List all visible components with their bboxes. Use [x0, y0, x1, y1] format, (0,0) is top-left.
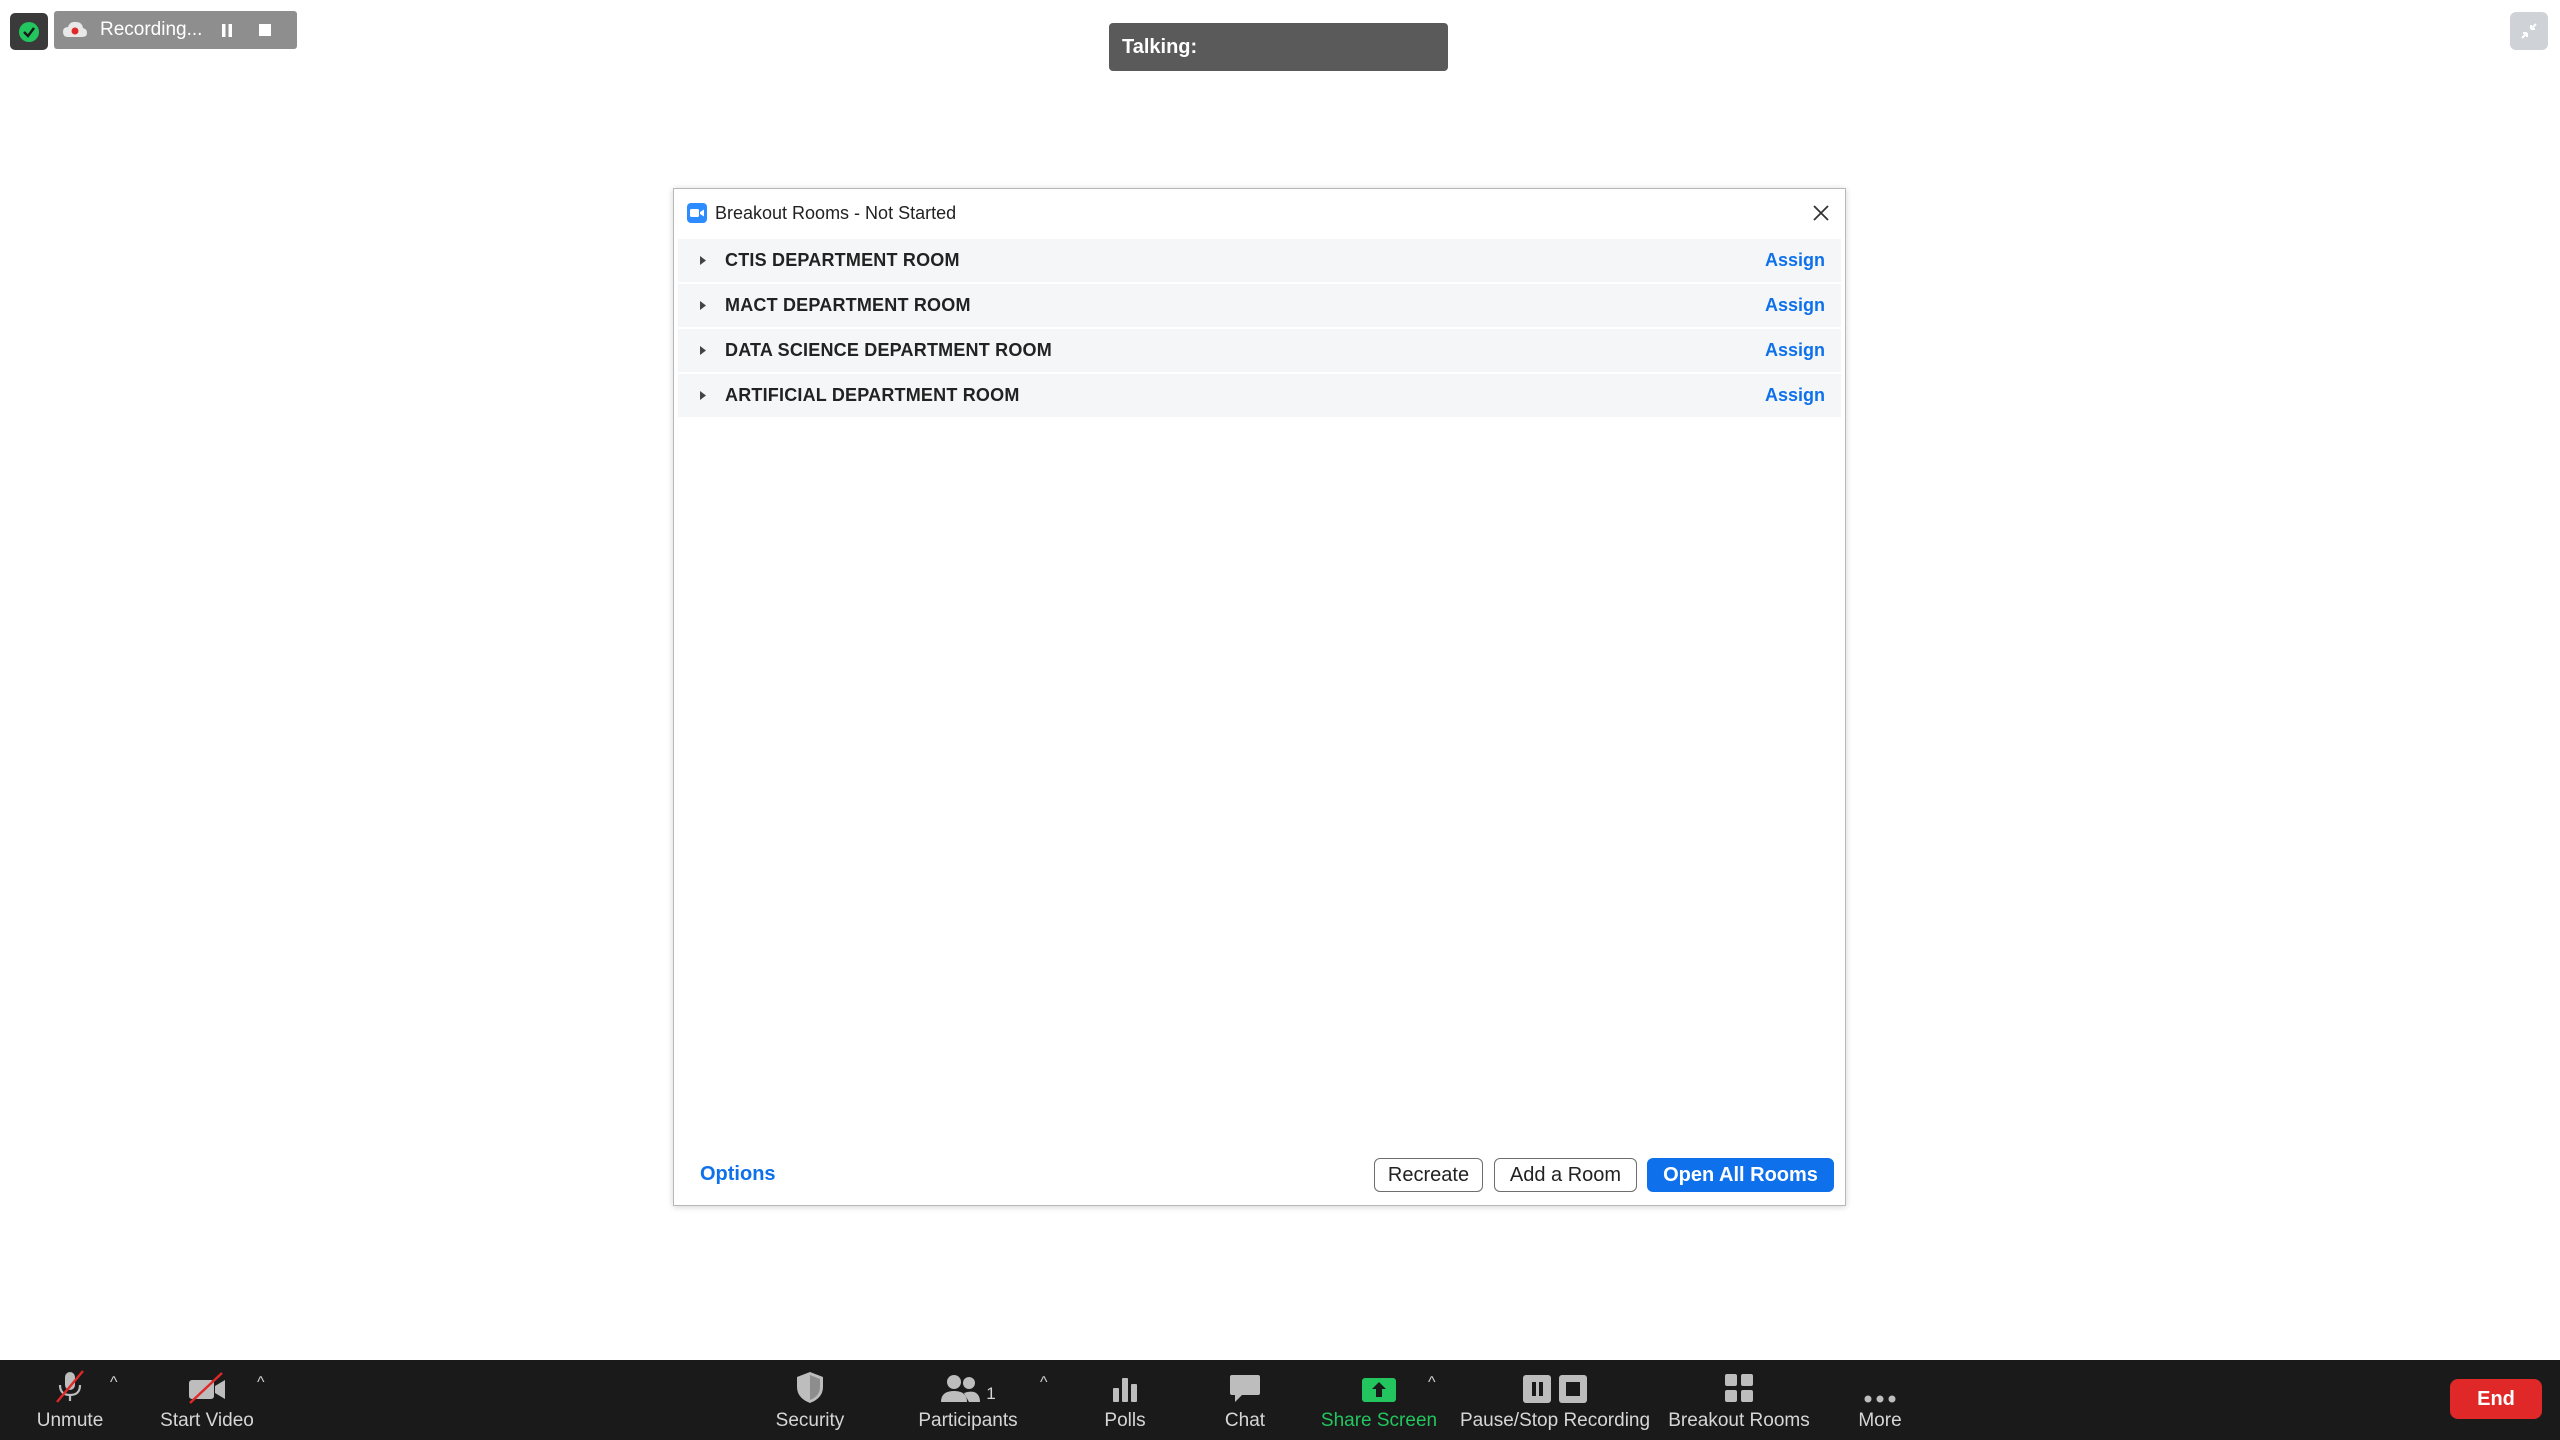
- pause-stop-recording-button[interactable]: Pause/Stop Recording: [1460, 1360, 1650, 1440]
- share-options-caret[interactable]: ^: [1428, 1374, 1436, 1392]
- video-options-caret[interactable]: ^: [257, 1374, 265, 1392]
- close-icon: [1813, 205, 1829, 221]
- share-screen-button[interactable]: Share Screen: [1316, 1360, 1442, 1440]
- talking-indicator: Talking:: [1109, 23, 1448, 71]
- participants-label: Participants: [918, 1410, 1018, 1431]
- security-label: Security: [775, 1410, 845, 1431]
- caret-right-icon[interactable]: [700, 346, 708, 356]
- start-video-label: Start Video: [160, 1410, 254, 1431]
- caret-right-icon[interactable]: [700, 301, 708, 311]
- end-meeting-button[interactable]: End: [2450, 1379, 2542, 1419]
- dialog-footer: Options Recreate Add a Room Open All Roo…: [674, 1149, 1845, 1205]
- shield-icon: [19, 21, 39, 42]
- stop-icon: [259, 24, 271, 36]
- more-icon: [1862, 1360, 1898, 1406]
- polls-label: Polls: [1104, 1410, 1146, 1431]
- caret-right-icon[interactable]: [700, 256, 708, 266]
- room-row[interactable]: ARTIFICIAL DEPARTMENT ROOM Assign: [678, 374, 1841, 419]
- security-button[interactable]: Security: [764, 1360, 856, 1440]
- caret-right-icon[interactable]: [700, 391, 708, 401]
- room-name: DATA SCIENCE DEPARTMENT ROOM: [725, 340, 1052, 360]
- unmute-label: Unmute: [36, 1410, 104, 1431]
- participants-options-caret[interactable]: ^: [1040, 1374, 1048, 1392]
- chat-button[interactable]: Chat: [1210, 1360, 1280, 1440]
- breakout-rooms-dialog: Breakout Rooms - Not Started CTIS DEPART…: [673, 188, 1846, 1206]
- pause-stop-icon: [1521, 1360, 1589, 1406]
- cloud-record-icon: [62, 17, 88, 43]
- polls-icon: [1110, 1360, 1140, 1406]
- options-link[interactable]: Options: [700, 1163, 776, 1186]
- audio-options-caret[interactable]: ^: [110, 1374, 118, 1392]
- security-status-icon[interactable]: [10, 13, 48, 50]
- security-shield-icon: [794, 1360, 826, 1406]
- open-all-rooms-button[interactable]: Open All Rooms: [1647, 1158, 1834, 1192]
- breakout-rooms-button[interactable]: Breakout Rooms: [1664, 1360, 1814, 1440]
- room-row[interactable]: CTIS DEPARTMENT ROOM Assign: [678, 239, 1841, 284]
- breakout-rooms-label: Breakout Rooms: [1668, 1410, 1810, 1431]
- exit-fullscreen-icon: [2521, 23, 2537, 39]
- talking-label: Talking:: [1122, 35, 1198, 58]
- video-off-icon: [186, 1360, 228, 1406]
- room-name: MACT DEPARTMENT ROOM: [725, 295, 971, 315]
- assign-link[interactable]: Assign: [1765, 340, 1825, 361]
- room-name: ARTIFICIAL DEPARTMENT ROOM: [725, 385, 1020, 405]
- dialog-title-bar: Breakout Rooms - Not Started: [674, 189, 1845, 237]
- pause-icon: [222, 23, 232, 37]
- participants-icon: 1: [940, 1360, 996, 1406]
- chat-label: Chat: [1224, 1410, 1266, 1431]
- zoom-app-icon: [687, 203, 707, 223]
- unmute-button[interactable]: Unmute: [28, 1360, 112, 1440]
- room-row[interactable]: DATA SCIENCE DEPARTMENT ROOM Assign: [678, 329, 1841, 374]
- room-name: CTIS DEPARTMENT ROOM: [725, 250, 960, 270]
- assign-link[interactable]: Assign: [1765, 250, 1825, 271]
- room-row[interactable]: MACT DEPARTMENT ROOM Assign: [678, 284, 1841, 329]
- more-button[interactable]: More: [1840, 1360, 1920, 1440]
- chat-icon: [1228, 1360, 1262, 1406]
- room-list: CTIS DEPARTMENT ROOM Assign MACT DEPARTM…: [678, 239, 1841, 419]
- recording-status-text: Recording...: [100, 19, 203, 40]
- assign-link[interactable]: Assign: [1765, 385, 1825, 406]
- breakout-rooms-icon: [1723, 1360, 1755, 1406]
- participants-button[interactable]: 1 Participants: [908, 1360, 1028, 1440]
- close-button[interactable]: [1809, 201, 1833, 225]
- start-video-button[interactable]: Start Video: [152, 1360, 262, 1440]
- mic-muted-icon: [52, 1360, 88, 1406]
- exit-fullscreen-button[interactable]: [2510, 12, 2548, 50]
- participants-count: 1: [986, 1384, 996, 1403]
- add-room-button[interactable]: Add a Room: [1494, 1158, 1637, 1192]
- polls-button[interactable]: Polls: [1090, 1360, 1160, 1440]
- stop-recording-button[interactable]: [246, 15, 284, 45]
- assign-link[interactable]: Assign: [1765, 295, 1825, 316]
- pause-recording-button[interactable]: [208, 15, 246, 45]
- meeting-toolbar: Unmute ^ Start Video ^ Security 1 Partic…: [0, 1360, 2560, 1440]
- recording-bar: Recording...: [54, 11, 297, 49]
- more-label: More: [1858, 1410, 1902, 1431]
- dialog-title: Breakout Rooms - Not Started: [715, 202, 957, 223]
- recreate-button[interactable]: Recreate: [1374, 1158, 1483, 1192]
- share-screen-icon: [1361, 1360, 1397, 1406]
- share-screen-label: Share Screen: [1320, 1410, 1438, 1431]
- pause-stop-recording-label: Pause/Stop Recording: [1459, 1410, 1651, 1431]
